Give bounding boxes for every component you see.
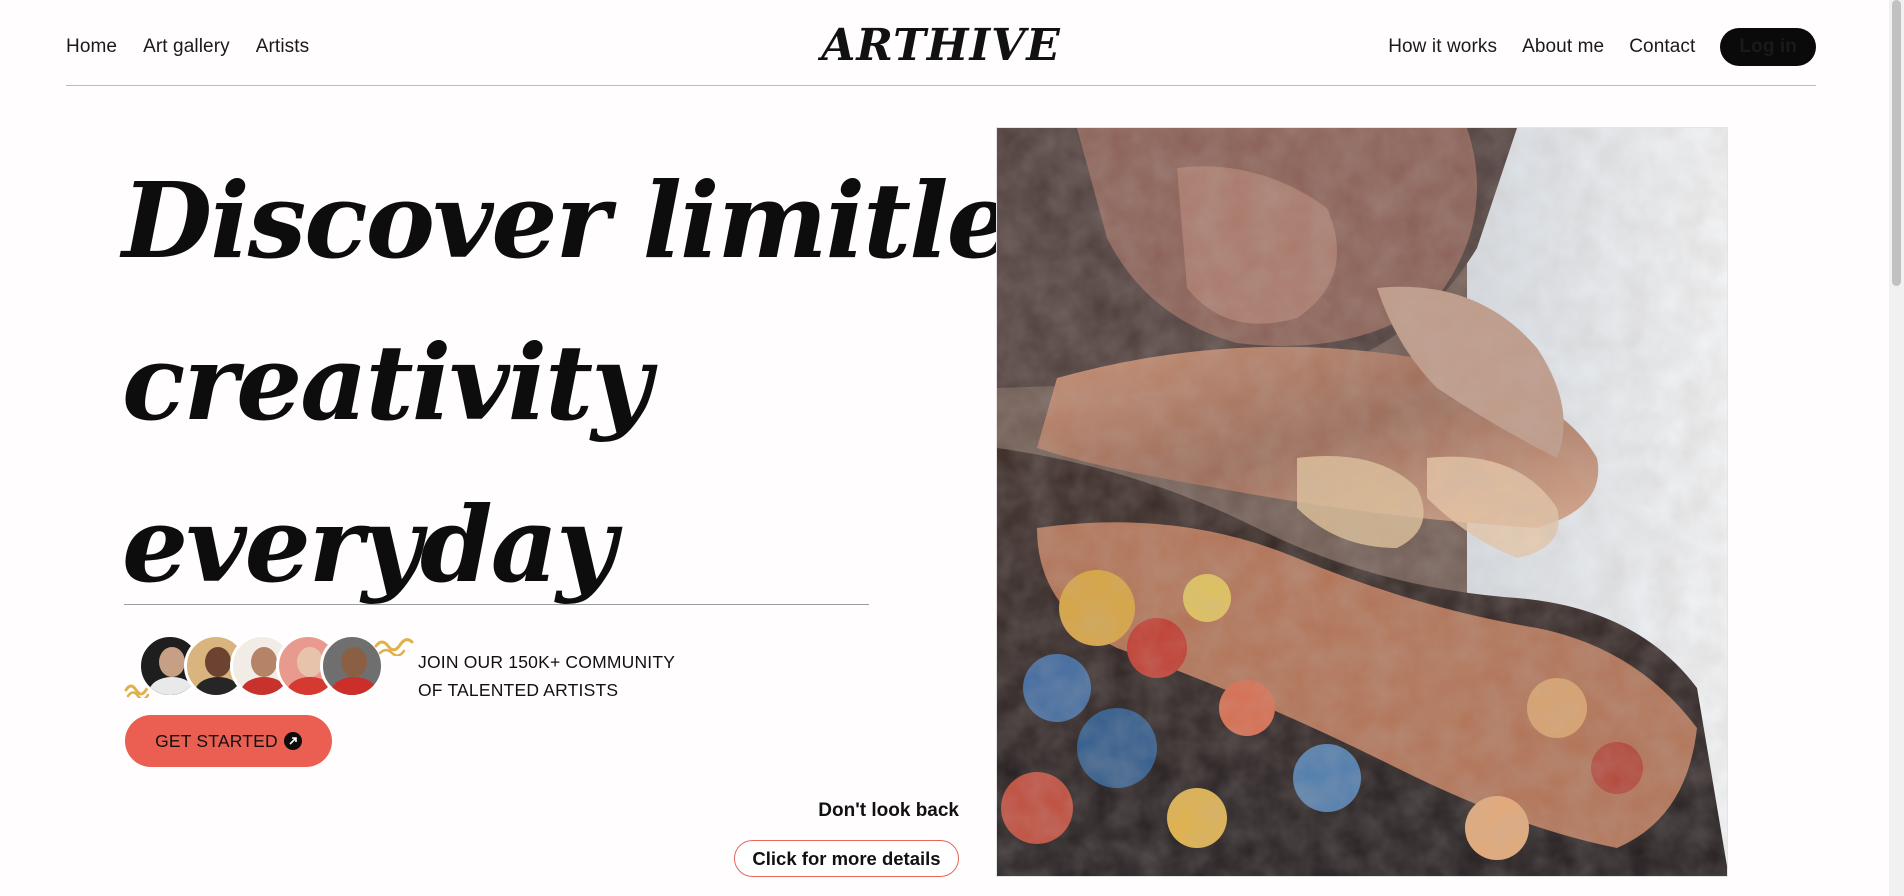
nav-link-contact[interactable]: Contact: [1629, 36, 1695, 58]
community-text: JOIN OUR 150K+ COMMUNITY OF TALENTED ART…: [418, 648, 675, 704]
login-button[interactable]: Log in: [1720, 28, 1816, 66]
community-line-1: JOIN OUR 150K+ COMMUNITY: [418, 652, 676, 672]
community-avatars: [124, 630, 414, 710]
squiggle-right-decoration: [374, 638, 414, 656]
nav-link-home[interactable]: Home: [66, 36, 117, 58]
nav-link-about-me[interactable]: About me: [1522, 36, 1604, 58]
headline-line: creativity: [122, 321, 652, 444]
hero-headline: Discover limitless creativity everyday: [122, 140, 1126, 626]
get-started-label: GET STARTED: [155, 730, 278, 751]
nav-link-art-gallery[interactable]: Art gallery: [143, 36, 230, 58]
community-line-2: OF TALENTED ARTISTS: [418, 680, 619, 700]
nav-link-artists[interactable]: Artists: [256, 36, 309, 58]
more-details-button[interactable]: Click for more details: [734, 840, 959, 877]
artwork-painting: [997, 128, 1727, 876]
hero-divider: [124, 604, 869, 605]
nav-right-links: How it works About me Contact Log in: [1388, 28, 1816, 66]
site-logo[interactable]: ARTHIVE: [821, 20, 1061, 71]
nav-left-links: Home Art gallery Artists: [66, 36, 309, 58]
headline-line: Discover limitless: [122, 159, 1126, 282]
artwork-caption: Don't look back: [818, 800, 959, 821]
page-scrollbar[interactable]: [1889, 0, 1904, 896]
get-started-button[interactable]: GET STARTED: [125, 715, 332, 767]
arrow-up-right-icon: [283, 732, 302, 750]
nav-link-how-it-works[interactable]: How it works: [1388, 36, 1497, 58]
featured-artwork-image[interactable]: [996, 127, 1728, 877]
top-navigation: Home Art gallery Artists ARTHIVE How it …: [66, 0, 1816, 86]
scrollbar-thumb[interactable]: [1892, 0, 1901, 286]
headline-line: everyday: [122, 483, 617, 606]
